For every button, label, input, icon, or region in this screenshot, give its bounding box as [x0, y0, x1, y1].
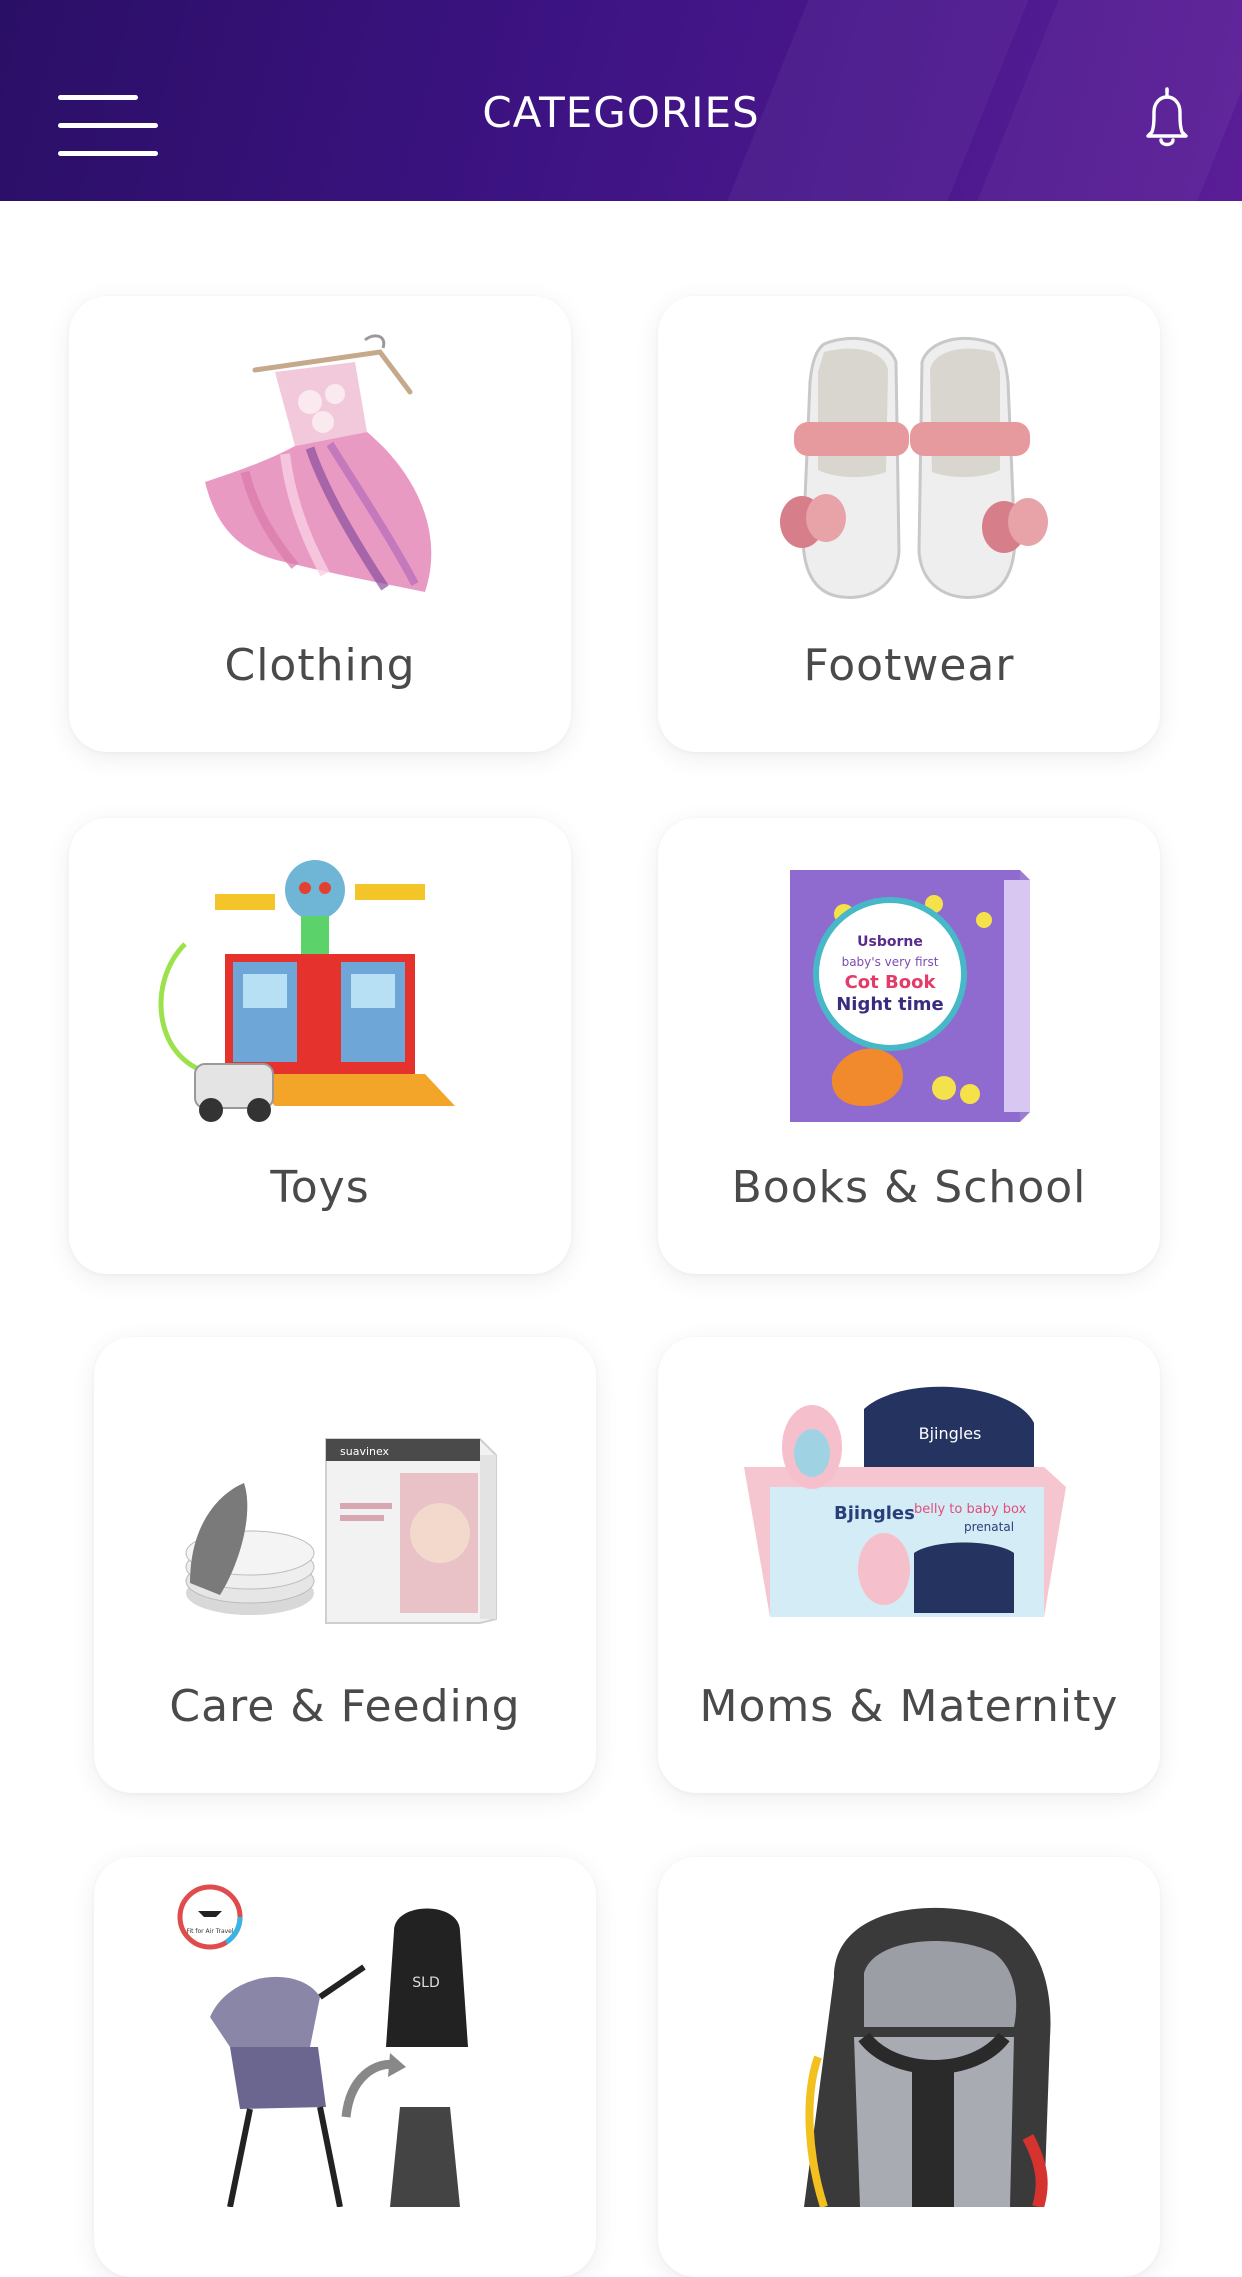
maternity-gift-box-image: Bjingles Bjingles belly to baby box pren…	[714, 1363, 1104, 1653]
book-brand-text: Usborne	[857, 934, 923, 950]
category-label: Toys	[270, 1162, 370, 1213]
category-card-stroller[interactable]: Fit for Air Travel SLD	[94, 1857, 596, 2277]
category-label: Books & School	[731, 1162, 1087, 1213]
pink-tutu-dress-image	[125, 322, 515, 612]
category-card-footwear[interactable]: Footwear	[658, 296, 1160, 752]
toy-playset-image	[125, 844, 515, 1134]
breast-pads-box-image: suavinex	[150, 1363, 540, 1653]
maternity-box-brand-text: Bjingles	[834, 1503, 915, 1524]
category-card-moms-maternity[interactable]: Bjingles Bjingles belly to baby box pren…	[658, 1337, 1160, 1793]
baby-shoes-image	[714, 322, 1104, 612]
category-label: Clothing	[224, 640, 416, 691]
category-label: Moms & Maternity	[699, 1681, 1119, 1732]
category-card-toys[interactable]: Toys	[69, 818, 571, 1274]
stroller-bag-text: SLD	[412, 1975, 439, 1991]
maternity-bag-brand-text: Bjingles	[919, 1424, 982, 1443]
category-label: Care & Feeding	[169, 1681, 521, 1732]
category-label: Footwear	[803, 640, 1015, 691]
car-seat-image	[714, 1877, 1104, 2209]
category-card-clothing[interactable]: Clothing	[69, 296, 571, 752]
book-title-line2: Cot Book	[845, 972, 937, 993]
category-card-car-seat[interactable]	[658, 1857, 1160, 2277]
book-title-line3: Night time	[836, 994, 944, 1015]
maternity-sub-text: prenatal	[964, 1520, 1014, 1534]
book-title-line1: baby's very first	[842, 955, 939, 969]
stroller-image: Fit for Air Travel SLD	[150, 1877, 540, 2208]
maternity-tagline-text: belly to baby box	[914, 1502, 1027, 1517]
pads-brand-text: suavinex	[340, 1445, 390, 1458]
stroller-badge-text: Fit for Air Travel	[186, 1928, 233, 1935]
board-book-box-image: Usborne baby's very first Cot Book Night…	[714, 844, 1104, 1134]
category-card-care-feeding[interactable]: suavinex Care & Feeding	[94, 1337, 596, 1793]
category-grid: Clothing Footwear Toys Usborne baby's ve…	[0, 0, 1242, 2277]
category-card-books-school[interactable]: Usborne baby's very first Cot Book Night…	[658, 818, 1160, 1274]
